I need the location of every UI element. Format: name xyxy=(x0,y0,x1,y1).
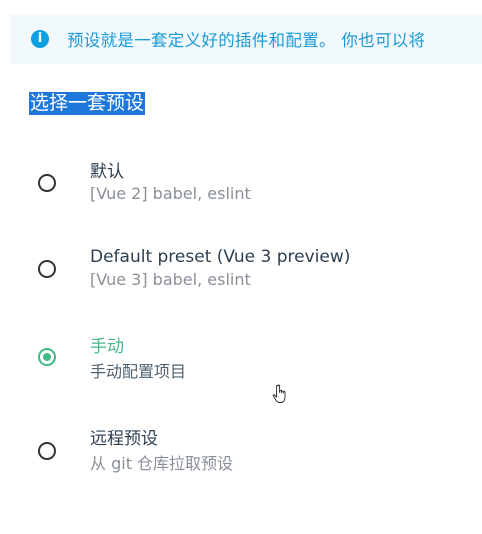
hand-pointer-cursor-icon xyxy=(272,384,286,403)
radio-button[interactable] xyxy=(38,260,56,278)
preset-option-label: 默认 xyxy=(90,162,124,182)
section-title: 选择一套预设 xyxy=(29,92,146,115)
preset-option-description: 从 git 仓库拉取预设 xyxy=(90,454,234,473)
preset-option-default-vue3[interactable]: Default preset (Vue 3 preview) [Vue 3] b… xyxy=(38,246,458,306)
preset-option-remote[interactable]: 远程预设 从 git 仓库拉取预设 xyxy=(38,428,458,488)
radio-button[interactable] xyxy=(38,174,56,192)
preset-option-description: 手动配置项目 xyxy=(90,362,187,381)
preset-selection-panel: i 预设就是一套定义好的插件和配置。 你也可以将 选择一套预设 默认 [Vue … xyxy=(0,0,482,534)
info-banner: i 预设就是一套定义好的插件和配置。 你也可以将 xyxy=(10,14,482,64)
preset-option-description: [Vue 2] babel, eslint xyxy=(90,184,251,203)
radio-button[interactable] xyxy=(38,442,56,460)
preset-option-default[interactable]: 默认 [Vue 2] babel, eslint xyxy=(38,160,458,220)
radio-button-selected[interactable] xyxy=(38,348,56,366)
preset-option-label: 手动 xyxy=(90,337,124,357)
info-icon: i xyxy=(31,30,49,48)
preset-option-label: 远程预设 xyxy=(90,429,158,449)
preset-option-label: Default preset (Vue 3 preview) xyxy=(90,247,351,267)
preset-option-description: [Vue 3] babel, eslint xyxy=(90,270,251,289)
preset-option-manual[interactable]: 手动 手动配置项目 xyxy=(38,336,458,396)
info-banner-text: 预设就是一套定义好的插件和配置。 你也可以将 xyxy=(67,31,426,50)
